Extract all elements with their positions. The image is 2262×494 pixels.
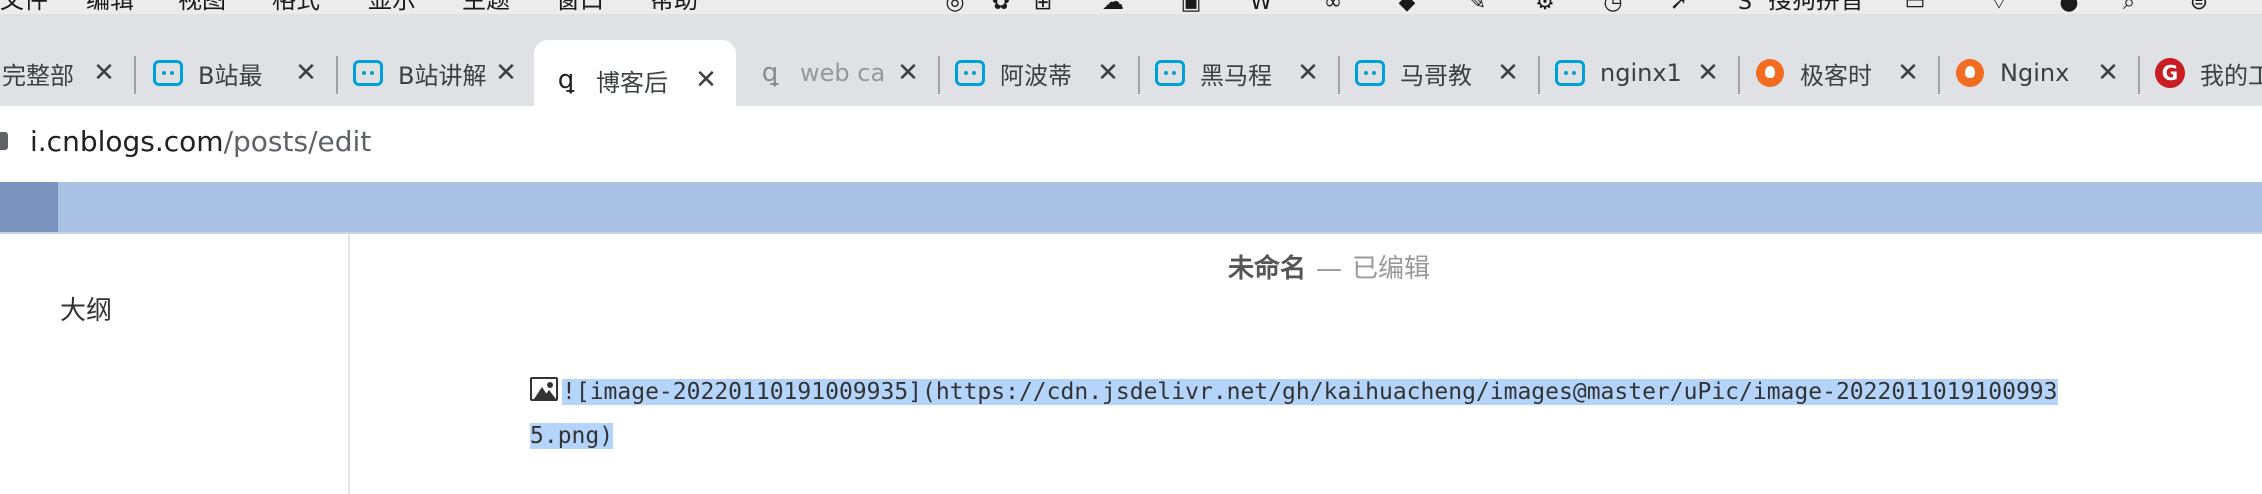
image-icon bbox=[530, 377, 558, 401]
edit-state: 已编辑 bbox=[1352, 254, 1431, 284]
tab-2[interactable]: B站讲解 ✕ bbox=[336, 40, 536, 106]
gitee-icon: G bbox=[2154, 57, 2186, 89]
tab-11[interactable]: G 我的工 bbox=[2138, 40, 2262, 106]
tab-7[interactable]: 马哥教 ✕ bbox=[1338, 40, 1540, 106]
tab-6[interactable]: 黑马程 ✕ bbox=[1138, 40, 1340, 106]
tab-4[interactable]: ꝗ web ca ✕ bbox=[738, 40, 940, 106]
tab-title: web ca bbox=[800, 59, 886, 87]
bilibili-icon bbox=[1354, 57, 1386, 89]
tab-close-icon[interactable]: ✕ bbox=[1896, 60, 1920, 86]
toolbar-toggle-button[interactable] bbox=[0, 182, 58, 232]
status-dash: — bbox=[1316, 254, 1342, 284]
cnblogs-icon: ꝗ bbox=[761, 58, 779, 88]
bilibili-icon bbox=[954, 57, 986, 89]
tray-tool-icon[interactable]: ✎ bbox=[1462, 0, 1492, 14]
tab-title: Nginx bbox=[2000, 59, 2070, 87]
tab-title: 我的工 bbox=[2200, 61, 2262, 90]
tab-title: B站讲解 bbox=[398, 61, 486, 90]
selected-text-2[interactable]: 5.png) bbox=[530, 423, 614, 449]
macos-menubar: 文件 编辑 视图 格式 显示 主题 窗口 帮助 ◎ ✿ ⊞ ☁ ▣ W ∞ ◆ … bbox=[0, 0, 2262, 14]
menu-theme[interactable]: 主题 bbox=[462, 0, 510, 14]
markdown-line-2[interactable]: 5.png) bbox=[530, 414, 2250, 458]
document-title: 未命名 bbox=[1227, 254, 1306, 284]
tray-app-icon[interactable]: ◆ bbox=[1392, 0, 1422, 14]
bilibili-icon bbox=[152, 57, 184, 89]
menu-window[interactable]: 窗口 bbox=[556, 0, 604, 14]
tab-close-icon[interactable]: ✕ bbox=[2096, 60, 2120, 86]
tray-word-icon[interactable]: W bbox=[1246, 0, 1276, 14]
tray-search-icon[interactable]: ⌕ bbox=[2114, 0, 2144, 14]
tab-5[interactable]: 阿波蒂 ✕ bbox=[938, 40, 1140, 106]
menu-edit[interactable]: 编辑 bbox=[86, 0, 134, 14]
tray-wifi-icon[interactable]: ⌔ bbox=[1984, 0, 2014, 14]
tab-title: nginx1 bbox=[1600, 59, 1682, 87]
tab-title: 黑马程 bbox=[1200, 61, 1272, 90]
menu-format[interactable]: 格式 bbox=[272, 0, 320, 14]
tab-close-icon[interactable]: ✕ bbox=[1296, 60, 1320, 86]
tray-input-method-label[interactable]: 搜狗拼音 bbox=[1768, 0, 1864, 14]
tab-close-icon[interactable]: ✕ bbox=[294, 60, 318, 86]
document-status: 未命名 — 已编辑 bbox=[352, 248, 2262, 285]
tab-close-icon[interactable]: ✕ bbox=[1496, 60, 1520, 86]
menu-paragraph[interactable]: 视图 bbox=[178, 0, 226, 14]
tray-plus-icon[interactable]: ⊞ bbox=[1028, 0, 1058, 14]
tray-battery-icon[interactable]: ▭ bbox=[1900, 0, 1930, 14]
tray-arrow-icon[interactable]: ➚ bbox=[1664, 0, 1694, 14]
tab-title: 博客后 bbox=[596, 68, 668, 97]
tab-title: B站最 bbox=[198, 61, 263, 90]
outline-title[interactable]: 大纲 bbox=[60, 290, 112, 327]
tab-title: 极客时 bbox=[1800, 61, 1872, 90]
tab-8[interactable]: nginx1 ✕ bbox=[1538, 40, 1740, 106]
geekbang-icon bbox=[1754, 57, 1786, 89]
tray-settings-icon[interactable]: ✿ bbox=[986, 0, 1016, 14]
tray-user-icon[interactable]: ● bbox=[2054, 0, 2084, 14]
address-bar[interactable]: i.cnblogs.com/posts/edit bbox=[0, 106, 2262, 176]
tab-close-icon[interactable]: ✕ bbox=[494, 60, 518, 86]
geekbang-icon bbox=[1954, 57, 1986, 89]
cnblogs-icon: ꝗ bbox=[557, 65, 575, 95]
url-text[interactable]: i.cnblogs.com/posts/edit bbox=[30, 125, 371, 158]
tray-cloud-icon[interactable]: ☁ bbox=[1098, 0, 1128, 14]
tab-close-icon[interactable]: ✕ bbox=[1096, 60, 1120, 86]
tray-clock-icon[interactable]: ◷ bbox=[1598, 0, 1628, 14]
selected-text-1[interactable]: ![image-20220110191009935](https://cdn.j… bbox=[562, 379, 2058, 405]
tab-title: 阿波蒂 bbox=[1000, 61, 1072, 90]
bilibili-icon bbox=[1554, 57, 1586, 89]
menu-file[interactable]: 文件 bbox=[0, 0, 48, 14]
markdown-editor[interactable]: 未命名 — 已编辑 ![image-20220110191009935](https… bbox=[352, 234, 2262, 494]
tab-title: 完整部 bbox=[2, 61, 74, 90]
tab-close-icon[interactable]: ✕ bbox=[896, 60, 920, 86]
tray-gear-icon[interactable]: ⚙ bbox=[1530, 0, 1560, 14]
url-host: i.cnblogs.com bbox=[30, 125, 224, 158]
tab-close-icon[interactable]: ✕ bbox=[694, 67, 718, 93]
tray-control-center-icon[interactable]: ⊜ bbox=[2184, 0, 2214, 14]
tab-close-icon[interactable]: ✕ bbox=[1696, 60, 1720, 86]
image-markdown-text[interactable]: ![image-20220110191009935](https://cdn.j… bbox=[530, 370, 2250, 458]
tray-sogou-icon[interactable]: S bbox=[1730, 0, 1760, 14]
tray-camera-icon[interactable]: ◎ bbox=[940, 0, 970, 14]
tab-3-active[interactable]: ꝗ 博客后 ✕ bbox=[534, 40, 736, 106]
markdown-line-1[interactable]: ![image-20220110191009935](https://cdn.j… bbox=[530, 370, 2250, 414]
url-path: /posts/edit bbox=[223, 125, 372, 158]
menu-help[interactable]: 帮助 bbox=[650, 0, 698, 14]
bilibili-icon bbox=[352, 57, 384, 89]
tab-9[interactable]: 极客时 ✕ bbox=[1738, 40, 1940, 106]
tab-10[interactable]: Nginx ✕ bbox=[1938, 40, 2140, 106]
tab-0[interactable]: 完整部 ✕ bbox=[0, 40, 136, 106]
outline-sidebar: 大纲 bbox=[0, 234, 350, 494]
tab-1[interactable]: B站最 ✕ bbox=[136, 40, 338, 106]
tray-infinity-icon[interactable]: ∞ bbox=[1318, 0, 1348, 14]
tab-close-icon[interactable]: ✕ bbox=[92, 60, 116, 86]
menu-view[interactable]: 显示 bbox=[368, 0, 416, 14]
tab-title: 马哥教 bbox=[1400, 61, 1472, 90]
bilibili-icon bbox=[1154, 57, 1186, 89]
tray-dashboard-icon[interactable]: ▣ bbox=[1176, 0, 1206, 14]
browser-tab-strip: 完整部 ✕ B站最 ✕ B站讲解 ✕ ꝗ 博客后 ✕ ꝗ web ca ✕ 阿波… bbox=[0, 14, 2262, 106]
editor-toolbar bbox=[0, 182, 2262, 232]
lock-icon[interactable] bbox=[0, 132, 8, 150]
